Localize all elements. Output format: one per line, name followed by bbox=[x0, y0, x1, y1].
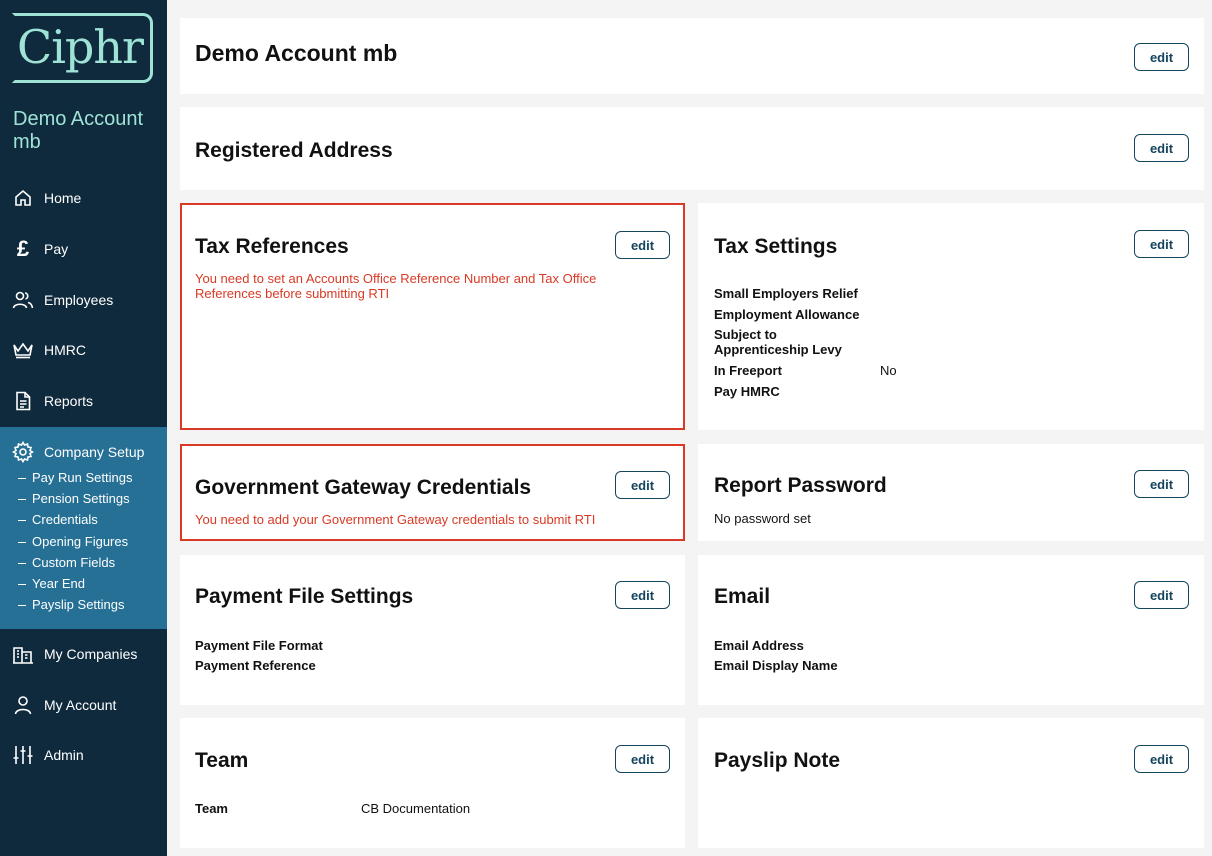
sidebar-item-label: Employees bbox=[44, 292, 114, 308]
report-password-card: Report Password edit No password set bbox=[698, 444, 1204, 541]
subnav-custom-fields[interactable]: Custom Fields bbox=[18, 555, 115, 570]
tax-references-card: Tax References edit You need to set an A… bbox=[180, 203, 685, 430]
field-value: No bbox=[880, 363, 897, 378]
field-label: Pay HMRC bbox=[714, 384, 780, 399]
field-label: Email Display Name bbox=[714, 658, 838, 673]
pound-icon: £ bbox=[16, 236, 30, 261]
subnav-label: Payslip Settings bbox=[32, 597, 125, 612]
subnav-label: Custom Fields bbox=[32, 555, 116, 570]
edit-email-button[interactable]: edit bbox=[1134, 581, 1189, 609]
subnav-pay-run-settings[interactable]: Pay Run Settings bbox=[18, 470, 132, 485]
error-message: You need to add your Government Gateway … bbox=[195, 512, 596, 527]
error-message: You need to set an Accounts Office Refer… bbox=[195, 271, 597, 301]
team-card: Team edit Team CB Documentation bbox=[180, 718, 685, 848]
gear-icon bbox=[12, 441, 34, 463]
edit-report-password-button[interactable]: edit bbox=[1134, 470, 1189, 498]
account-name-card: Demo Account mb edit bbox=[180, 18, 1204, 94]
field-label: Subject to Apprenticeship Levy bbox=[714, 327, 842, 357]
sidebar-account-name: Demo Account mb bbox=[13, 108, 144, 153]
subnav-label: Year End bbox=[32, 576, 86, 591]
subnav-opening-figures[interactable]: Opening Figures bbox=[18, 534, 128, 549]
field-value: CB Documentation bbox=[361, 801, 471, 816]
crown-icon bbox=[12, 339, 34, 361]
payslip-note-card: Payslip Note edit bbox=[698, 718, 1204, 848]
card-title: Tax Settings bbox=[714, 235, 838, 258]
card-title: Email bbox=[714, 585, 771, 608]
card-title: Payment File Settings bbox=[195, 585, 414, 608]
sliders-icon bbox=[12, 744, 34, 766]
sidebar: Ciphr Demo Account mb Home £ Pay Employe… bbox=[0, 0, 167, 856]
card-title: Payslip Note bbox=[714, 749, 841, 772]
page-title: Demo Account mb bbox=[195, 40, 398, 66]
subnav-label: Pay Run Settings bbox=[32, 470, 133, 485]
document-icon bbox=[12, 390, 34, 412]
field-label: Email Address bbox=[714, 638, 804, 653]
sidebar-item-reports[interactable]: Reports bbox=[0, 386, 167, 416]
edit-gateway-button[interactable]: edit bbox=[615, 471, 670, 499]
subnav-year-end[interactable]: Year End bbox=[18, 576, 85, 591]
edit-address-button[interactable]: edit bbox=[1134, 134, 1189, 162]
subnav-label: Credentials bbox=[32, 512, 98, 527]
sidebar-item-label: My Companies bbox=[44, 646, 138, 662]
subnav-credentials[interactable]: Credentials bbox=[18, 512, 98, 527]
edit-team-button[interactable]: edit bbox=[615, 745, 670, 773]
card-title: Government Gateway Credentials bbox=[195, 476, 532, 499]
sidebar-item-company-setup[interactable]: Company Setup bbox=[0, 437, 167, 467]
email-card: Email edit Email Address Email Display N… bbox=[698, 555, 1204, 705]
sidebar-item-label: Home bbox=[44, 190, 82, 206]
card-title: Report Password bbox=[714, 474, 887, 497]
subnav-payslip-settings[interactable]: Payslip Settings bbox=[18, 597, 125, 612]
tax-settings-card: Tax Settings edit Small Employers Relief… bbox=[698, 203, 1204, 430]
sidebar-item-label: Company Setup bbox=[44, 444, 145, 460]
sidebar-item-label: HMRC bbox=[44, 342, 86, 358]
field-label: Payment Reference bbox=[195, 658, 316, 673]
subnav-label: Pension Settings bbox=[32, 491, 130, 506]
edit-account-button[interactable]: edit bbox=[1134, 43, 1189, 71]
subnav-pension-settings[interactable]: Pension Settings bbox=[18, 491, 130, 506]
field-label: Employment Allowance bbox=[714, 307, 860, 322]
building-icon bbox=[12, 643, 34, 665]
edit-tax-references-button[interactable]: edit bbox=[615, 231, 670, 259]
sidebar-item-label: Pay bbox=[44, 241, 69, 257]
card-title: Team bbox=[195, 749, 249, 772]
payment-file-settings-card: Payment File Settings edit Payment File … bbox=[180, 555, 685, 705]
sidebar-item-label: My Account bbox=[44, 697, 117, 713]
card-title: Registered Address bbox=[195, 139, 393, 162]
edit-payment-file-button[interactable]: edit bbox=[615, 581, 670, 609]
subnav-label: Opening Figures bbox=[32, 534, 129, 549]
field-label: Team bbox=[195, 801, 228, 816]
edit-payslip-note-button[interactable]: edit bbox=[1134, 745, 1189, 773]
sidebar-item-home[interactable]: Home bbox=[0, 183, 167, 213]
sidebar-item-label: Admin bbox=[44, 747, 84, 763]
sidebar-item-label: Reports bbox=[44, 393, 94, 409]
password-status: No password set bbox=[714, 511, 811, 526]
field-label: Small Employers Relief bbox=[714, 286, 858, 301]
sidebar-item-admin[interactable]: Admin bbox=[0, 740, 167, 770]
field-label: Payment File Format bbox=[195, 638, 323, 653]
home-icon bbox=[12, 187, 34, 209]
registered-address-card: Registered Address edit bbox=[180, 107, 1204, 190]
sidebar-item-my-account[interactable]: My Account bbox=[0, 690, 167, 720]
sidebar-item-hmrc[interactable]: HMRC bbox=[0, 335, 167, 365]
ciphr-logo[interactable]: Ciphr bbox=[12, 13, 153, 83]
government-gateway-card: Government Gateway Credentials edit You … bbox=[180, 444, 685, 541]
edit-tax-settings-button[interactable]: edit bbox=[1134, 230, 1189, 258]
sidebar-item-employees[interactable]: Employees bbox=[0, 285, 167, 315]
user-icon bbox=[12, 694, 34, 716]
field-label: In Freeport bbox=[714, 363, 782, 378]
company-setup-section: Company Setup Pay Run Settings Pension S… bbox=[0, 427, 167, 629]
sidebar-item-my-companies[interactable]: My Companies bbox=[0, 639, 167, 669]
card-title: Tax References bbox=[195, 235, 349, 258]
users-icon bbox=[12, 289, 34, 311]
sidebar-item-pay[interactable]: £ Pay bbox=[0, 234, 167, 264]
